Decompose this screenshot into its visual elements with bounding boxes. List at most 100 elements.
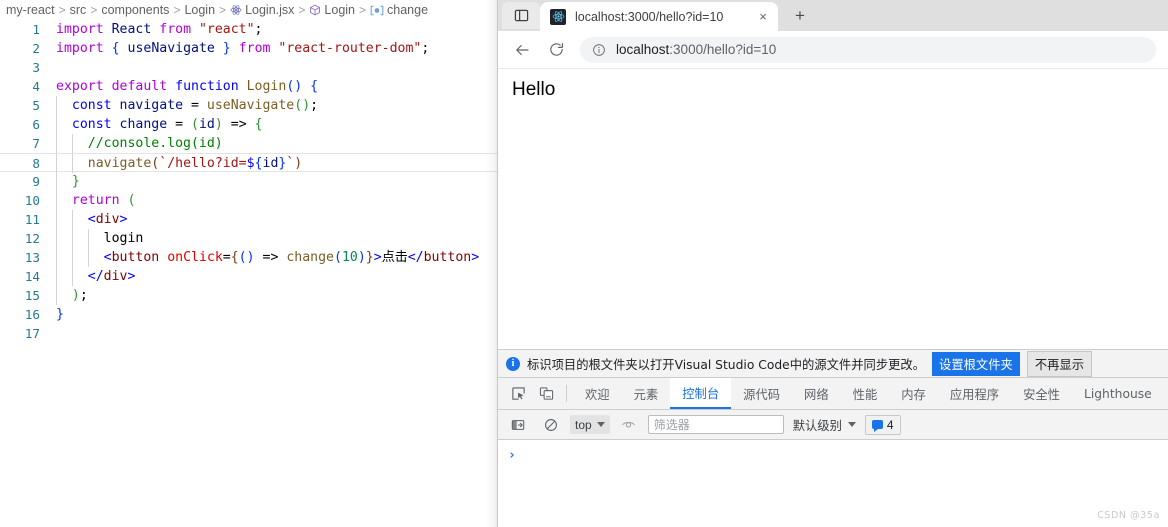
set-root-folder-button[interactable]: 设置根文件夹 [932,351,1020,376]
page-heading: Hello [512,79,556,100]
back-icon[interactable] [506,34,538,66]
breadcrumb[interactable]: my-react > src > components > Login > Login.jsx >… [0,0,498,20]
console-toolbar: top 筛选器 默认级别 4 [498,410,1168,440]
log-level-value: 默认级别 [792,418,842,433]
code-token: 10 [341,250,358,265]
code-line[interactable]: 17 [0,324,498,343]
inspect-element-icon[interactable] [504,381,532,407]
code-lines[interactable]: 1 import React from "react"; 2 import { use… [0,20,498,343]
console-sidebar-icon[interactable] [504,412,532,438]
code-token: div [103,269,128,284]
code-line[interactable]: 10 return ( [0,191,498,210]
info-circle-icon[interactable] [592,43,606,57]
live-expression-icon[interactable] [615,412,643,438]
breadcrumb-item-label: Login.jsx [245,3,295,17]
dont-show-again-button[interactable]: 不再显示 [1026,350,1093,377]
breadcrumb-item-my-react[interactable]: my-react [6,3,55,17]
devtools-tab--[interactable]: 内存 [889,378,938,409]
code-line[interactable]: 1 import React from "react"; [0,20,498,39]
code-token: const [71,117,112,132]
code-token: => [254,250,287,265]
code-token: ; [254,22,263,37]
code-area[interactable]: 1 import React from "react"; 2 import { use… [0,20,498,527]
code-line[interactable]: 16} [0,305,498,324]
device-toolbar-icon[interactable] [532,381,560,407]
toolbar-divider [566,385,567,402]
console-filter-input[interactable]: 筛选器 [647,415,784,434]
execution-context-select[interactable]: top [570,415,610,434]
code-line[interactable]: 12 login [0,229,498,248]
console-output[interactable]: › [498,441,1168,527]
message-count-badge[interactable]: 4 [864,414,901,435]
breadcrumb-item-login[interactable]: Login [309,3,355,17]
code-line[interactable]: 13 <button onClick={() => change(10)}>点击… [0,248,498,267]
code-line[interactable]: 15 ); [0,286,498,305]
breadcrumb-separator: > [298,3,306,17]
new-tab-button[interactable]: + [786,2,814,30]
code-line[interactable]: 4 export default function Login() { [0,77,498,96]
devtools-tab-lighthouse[interactable]: Lighthouse [1072,378,1164,409]
devtools-tab--[interactable]: 源代码 [731,378,792,409]
close-icon[interactable]: × [754,8,772,26]
address-bar[interactable]: localhost:3000/hello?id=10 [580,36,1156,63]
breadcrumb-separator: > [359,3,367,17]
devtools-tab--[interactable]: 欢迎 [573,378,622,409]
code-line[interactable]: 5 const navigate = useNavigate(); [0,96,498,115]
clear-console-icon[interactable] [537,412,565,438]
line-text: export default function Login() { [56,77,318,96]
breadcrumb-item-change[interactable]: change [370,3,428,17]
devtools-tab-label: 应用程序 [949,387,1000,402]
code-token: { [111,41,120,56]
code-line[interactable]: 14 </div> [0,267,498,286]
code-token: { [254,156,263,171]
log-level-select[interactable]: 默认级别 [789,416,860,434]
code-line[interactable]: 11 <div> [0,210,498,229]
devtools-notification-bar: i 标识项目的根文件夹以打开Visual Studio Code中的源文件并同步… [498,349,1168,378]
screenshot-root: my-react > src > components > Login > Login.jsx >… [0,0,1168,527]
code-token: return [71,193,120,208]
breadcrumb-separator: > [173,3,181,17]
breadcrumb-item-src[interactable]: src [70,3,87,17]
code-token: onClick [167,250,223,265]
devtools-tab--[interactable]: 应用程序 [938,378,1011,409]
code-token: const [71,98,112,113]
code-line[interactable]: 6 const change = (id) => { [0,115,498,134]
code-token: } [71,174,80,189]
code-line[interactable]: 3 [0,58,498,77]
devtools-tab--[interactable]: 元素 [622,378,671,409]
browser-tab[interactable]: localhost:3000/hello?id=10 × [540,2,778,31]
code-line[interactable]: 9 } [0,172,498,191]
line-text: import React from "react"; [56,20,263,39]
code-token: ) [294,156,303,171]
devtools-tab--[interactable]: 性能 [841,378,890,409]
breadcrumb-item-components[interactable]: components [101,3,169,17]
code-line[interactable]: 7 //console.log(id) [0,134,498,153]
reload-icon[interactable] [540,34,572,66]
code-token: 点击 [381,250,408,265]
code-line[interactable]: 2 import { useNavigate } from "react-rout… [0,39,498,58]
console-prompt-caret[interactable]: › [508,448,516,463]
breadcrumb-item-login[interactable]: Login [184,3,215,17]
eye-svg [622,421,636,428]
line-text: const navigate = useNavigate(); [56,96,318,115]
devtools-tab--[interactable]: 安全性 [1011,378,1072,409]
line-text: const change = (id) => { [56,115,263,134]
chevron-down-icon [596,422,605,427]
code-token: = [167,117,192,132]
code-line[interactable]: 8 navigate(`/hello?id=${id}`) [0,153,498,173]
tab-search-panel-icon[interactable] [502,2,540,29]
code-token: Login [246,79,287,94]
arrow-left-svg [516,44,529,55]
devtools-tab--[interactable]: 网络 [792,378,841,409]
breadcrumb-item-login-jsx[interactable]: Login.jsx [230,3,294,17]
devtools-tab--[interactable]: 控制台 [670,378,732,409]
